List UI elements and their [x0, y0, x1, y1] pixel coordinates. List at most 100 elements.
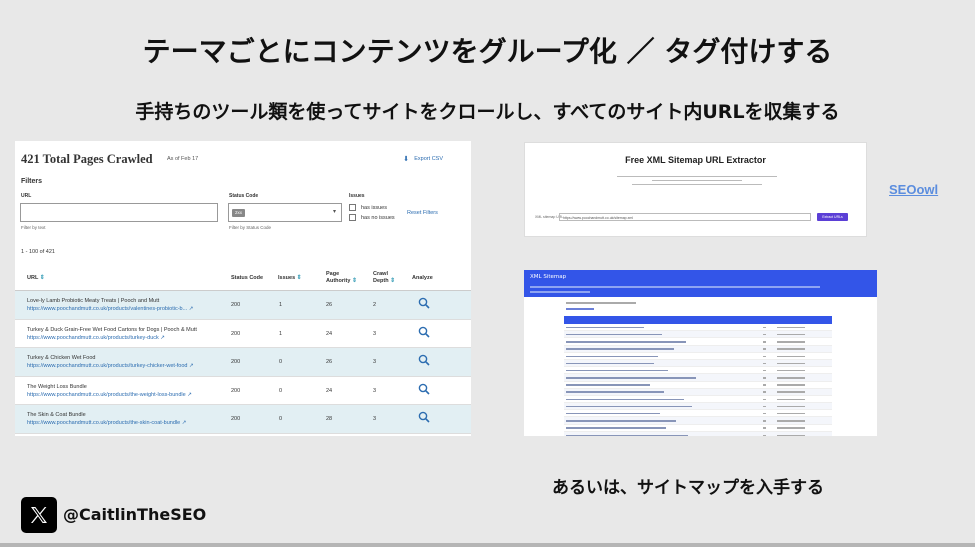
- export-csv-link[interactable]: Export CSV: [414, 156, 443, 162]
- row-status: 200: [231, 416, 241, 423]
- search-icon[interactable]: [418, 297, 430, 309]
- row-title: Turkey & Duck Grain-Free Wet Food Carton…: [27, 326, 197, 333]
- chevron-down-icon: ▾: [332, 209, 336, 215]
- extract-urls-button[interactable]: Extract URLs: [817, 213, 848, 221]
- sitemap-row: [564, 374, 832, 382]
- crawl-title: 421 Total Pages Crawled: [21, 152, 153, 166]
- row-page-authority: 26: [326, 302, 333, 308]
- row-title: Love-ly Lamb Probiotic Meaty Treats | Po…: [27, 298, 160, 304]
- status-filter-help: Filter by Status Code: [229, 225, 272, 230]
- sitemap-row: [564, 324, 832, 332]
- url-filter-label: URL: [21, 193, 32, 199]
- extractor-url-input[interactable]: https://www.poochandmutt.co.uk/sitemap.x…: [559, 213, 811, 221]
- row-issues: 1: [279, 330, 283, 337]
- row-title: The Weight Loss Bundle: [27, 383, 87, 390]
- sitemap-row: [564, 331, 832, 339]
- row-page-authority: 24: [326, 330, 333, 337]
- sitemap-table: [564, 316, 832, 436]
- sitemap-row: [564, 425, 832, 432]
- table-row: The Weight Loss Bundle https://www.poocha…: [15, 377, 471, 406]
- download-icon: ⬇: [403, 156, 409, 163]
- col-page-authority[interactable]: Page Authority ⇕: [326, 271, 357, 285]
- external-link-icon: ↗: [189, 363, 194, 370]
- sitemap-row: [564, 345, 832, 353]
- crawl-screenshot: 421 Total Pages Crawled As of Feb 17 ⬇ E…: [15, 141, 471, 436]
- sitemap-row: [564, 417, 832, 425]
- search-icon[interactable]: [418, 383, 430, 395]
- url-filter-input[interactable]: [20, 203, 218, 222]
- table-header: URL ⇕ Status Code Issues ⇕ Page Authority…: [15, 266, 471, 291]
- row-crawl-depth: 3: [373, 330, 377, 337]
- has-no-issues-checkbox[interactable]: [349, 214, 356, 221]
- row-url-link[interactable]: https://www.poochandmutt.co.uk/products/…: [27, 420, 186, 426]
- row-url-link[interactable]: https://www.poochandmutt.co.uk/products/…: [27, 363, 194, 369]
- search-icon[interactable]: [418, 411, 430, 423]
- row-title: The Skin & Coat Bundle: [27, 412, 86, 419]
- table-row: Turkey & Chicken Wet Food https://www.poo…: [15, 348, 471, 377]
- row-status: 200: [231, 387, 241, 394]
- seoowl-link[interactable]: SEOowl: [889, 182, 938, 197]
- reset-filters-link[interactable]: Reset Filters: [407, 210, 438, 216]
- sort-icon: ⇕: [296, 275, 302, 281]
- col-crawl-depth[interactable]: Crawl Depth ⇕: [373, 271, 395, 285]
- row-crawl-depth: 3: [373, 416, 377, 423]
- crawl-as-of: As of Feb 17: [167, 156, 199, 162]
- sitemap-row: [564, 382, 832, 389]
- sort-icon: ⇕: [351, 278, 358, 284]
- external-link-icon: ↗: [181, 420, 187, 427]
- filters-heading: Filters: [21, 178, 43, 185]
- sitemap-row: [564, 353, 832, 360]
- search-icon[interactable]: [418, 354, 430, 366]
- row-url-link[interactable]: https://www.poochandmutt.co.uk/products/…: [27, 392, 192, 398]
- row-status: 200: [231, 302, 241, 308]
- author-handle: @CaitlinTheSEO: [63, 505, 207, 524]
- bottom-divider: [0, 543, 975, 547]
- row-crawl-depth: 3: [373, 359, 377, 366]
- col-issues[interactable]: Issues ⇕: [278, 275, 302, 282]
- search-icon[interactable]: [418, 326, 430, 338]
- url-filter-help: Filter by text: [21, 225, 46, 230]
- external-link-icon: ↗: [187, 391, 192, 398]
- issues-filter-label: Issues: [349, 193, 365, 199]
- row-page-authority: 28: [326, 416, 333, 423]
- row-url-link[interactable]: https://www.poochandmutt.co.uk/products/…: [27, 335, 165, 341]
- sitemap-header: XML Sitemap: [524, 270, 877, 297]
- sitemap-caption: あるいは、サイトマップを入手する: [552, 478, 824, 498]
- slide-title: テーマごとにコンテンツをグループ化 ／ タグ付けする: [142, 35, 833, 68]
- table-row: Turkey & Duck Grain-Free Wet Food Carton…: [15, 320, 471, 349]
- col-analyze: Analyze: [412, 275, 433, 281]
- row-issues: 0: [279, 416, 283, 423]
- row-crawl-depth: 3: [373, 387, 377, 394]
- row-crawl-depth: 2: [373, 302, 377, 308]
- status-chip[interactable]: 2xx: [232, 209, 246, 217]
- col-url[interactable]: URL ⇕: [27, 275, 45, 282]
- sitemap-row: [564, 431, 832, 436]
- sitemap-extractor-screenshot: Free XML Sitemap URL Extractor XML sitem…: [524, 142, 867, 237]
- table-row: The Skin & Coat Bundle https://www.poocha…: [15, 405, 471, 434]
- extractor-title: Free XML Sitemap URL Extractor: [625, 155, 766, 165]
- row-issues: 0: [279, 359, 283, 366]
- sitemap-header-title: XML Sitemap: [530, 274, 567, 280]
- status-filter-label: Status Code: [229, 193, 259, 199]
- row-page-authority: 24: [326, 387, 333, 394]
- row-status: 200: [231, 330, 241, 337]
- sitemap-row: [564, 359, 832, 368]
- sitemap-row: [564, 403, 832, 411]
- sort-icon: ⇕: [390, 278, 396, 284]
- external-link-icon: ↗: [188, 306, 194, 312]
- has-issues-label: has issues: [361, 205, 387, 211]
- sitemap-row: [564, 388, 832, 396]
- external-link-icon: ↗: [160, 334, 165, 341]
- status-filter-select[interactable]: 2xx ▾: [228, 203, 342, 222]
- has-issues-checkbox[interactable]: [349, 204, 356, 211]
- sitemap-row: [564, 410, 832, 418]
- slide-subtitle: 手持ちのツール類を使ってサイトをクロールし、すべてのサイト内URLを収集する: [135, 101, 840, 123]
- row-url-link[interactable]: https://www.poochandmutt.co.uk/products/…: [27, 306, 193, 312]
- table-row: Love-ly Lamb Probiotic Meaty Treats | Po…: [15, 291, 471, 320]
- result-range: 1 - 100 of 421: [21, 249, 55, 255]
- row-issues: 0: [279, 387, 283, 394]
- crawl-table: URL ⇕ Status Code Issues ⇕ Page Authority…: [15, 266, 471, 434]
- row-status: 200: [231, 359, 241, 366]
- sort-icon: ⇕: [39, 275, 45, 281]
- col-status[interactable]: Status Code: [231, 275, 263, 282]
